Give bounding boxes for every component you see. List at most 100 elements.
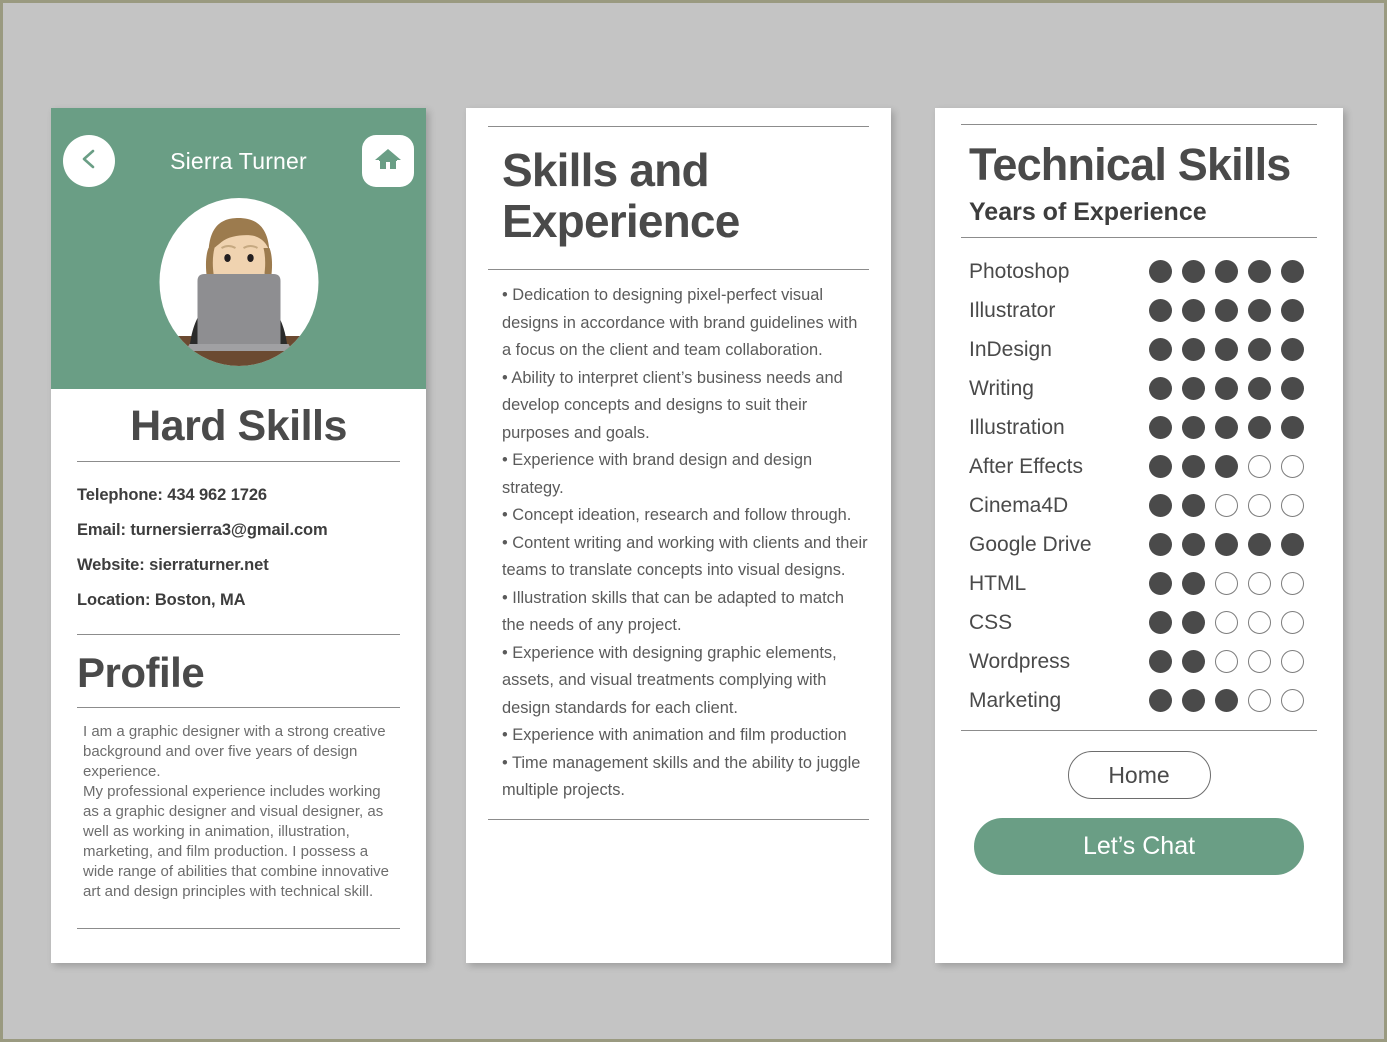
rating-dot-empty <box>1248 611 1271 634</box>
rating-dot-filled <box>1248 416 1271 439</box>
skill-name: CSS <box>969 610 1013 634</box>
avatar-person-at-laptop <box>159 218 318 366</box>
rating-dot-filled <box>1215 338 1238 361</box>
skills-title: Skills and Experience <box>502 144 740 247</box>
rating-dot-filled <box>1149 572 1172 595</box>
rating-dot-filled <box>1215 416 1238 439</box>
home-button[interactable]: Home <box>1067 751 1211 799</box>
divider <box>961 730 1317 731</box>
skill-rating-dots <box>1149 416 1317 439</box>
rating-dot-empty <box>1248 572 1271 595</box>
technical-skills-title: Technical Skills <box>969 139 1291 190</box>
profile-card: Sierra Turner Hard Skills Telephone: 434… <box>51 108 426 963</box>
divider <box>488 818 869 820</box>
skill-name: Writing <box>969 376 1034 400</box>
rating-dot-filled <box>1149 338 1172 361</box>
list-item: • Concept ideation, research and follow … <box>502 506 852 524</box>
skill-rating-table: Photoshop Illustrator InDesign Writing Illus… <box>961 238 1317 720</box>
rating-dot-filled <box>1182 338 1205 361</box>
skill-name: Photoshop <box>969 259 1070 283</box>
rating-dot-filled <box>1182 416 1205 439</box>
rating-dot-filled <box>1149 377 1172 400</box>
skill-row: InDesign <box>969 330 1317 369</box>
skill-name: HTML <box>969 571 1027 595</box>
skill-rating-dots <box>1149 494 1317 517</box>
rating-dot-filled <box>1182 260 1205 283</box>
screen: Sierra Turner Hard Skills Telephone: 434… <box>3 3 1384 1039</box>
rating-dot-empty <box>1281 455 1304 478</box>
contact-list: Telephone: 434 962 1726 Email: turnersie… <box>77 462 400 624</box>
skills-bullet-list: • Dedication to designing pixel-perfect … <box>488 270 869 805</box>
rating-dot-empty <box>1281 611 1304 634</box>
rating-dot-empty <box>1248 455 1271 478</box>
rating-dot-filled <box>1182 689 1205 712</box>
skill-row: Marketing <box>969 681 1317 720</box>
technical-skills-subtitle: Years of Experience <box>969 198 1207 226</box>
home-icon-button[interactable] <box>362 135 414 187</box>
rating-dot-filled <box>1215 689 1238 712</box>
rating-dot-empty <box>1215 494 1238 517</box>
skill-rating-dots <box>1149 572 1317 595</box>
rating-dot-filled <box>1215 299 1238 322</box>
skill-row: Photoshop <box>969 252 1317 291</box>
list-item: • Time management skills and the ability… <box>502 753 861 800</box>
contact-location: Location: Boston, MA <box>77 591 246 609</box>
rating-dot-filled <box>1248 338 1271 361</box>
rating-dot-filled <box>1281 416 1304 439</box>
rating-dot-empty <box>1248 650 1271 673</box>
rating-dot-empty <box>1281 689 1304 712</box>
skill-rating-dots <box>1149 611 1317 634</box>
rating-dot-filled <box>1281 338 1304 361</box>
lets-chat-button[interactable]: Let’s Chat <box>974 818 1304 875</box>
rating-dot-filled <box>1182 650 1205 673</box>
profile-body: Hard Skills Telephone: 434 962 1726 Emai… <box>51 389 426 929</box>
rating-dot-filled <box>1248 533 1271 556</box>
rating-dot-filled <box>1149 260 1172 283</box>
list-item: • Content writing and working with clien… <box>502 533 868 580</box>
contact-email: Email: turnersierra3@gmail.com <box>77 521 328 539</box>
list-item: • Experience with animation and film pro… <box>502 726 847 744</box>
rating-dot-filled <box>1215 260 1238 283</box>
list-item: • Dedication to designing pixel-perfect … <box>502 286 858 359</box>
rating-dot-filled <box>1182 299 1205 322</box>
skill-name: Illustrator <box>969 298 1056 322</box>
rating-dot-filled <box>1149 455 1172 478</box>
profile-paragraph: I am a graphic designer with a strong cr… <box>83 723 390 900</box>
rating-dot-filled <box>1182 455 1205 478</box>
skill-rating-dots <box>1149 689 1317 712</box>
rating-dot-empty <box>1281 650 1304 673</box>
rating-dot-filled <box>1182 611 1205 634</box>
skill-row: CSS <box>969 603 1317 642</box>
rating-dot-filled <box>1281 260 1304 283</box>
skill-name: Cinema4D <box>969 493 1069 517</box>
rating-dot-filled <box>1248 299 1271 322</box>
rating-dot-empty <box>1215 611 1238 634</box>
rating-dot-filled <box>1149 650 1172 673</box>
technical-skills-card: Technical Skills Years of Experience Pho… <box>935 108 1343 963</box>
rating-dot-filled <box>1149 494 1172 517</box>
contact-website: Website: sierraturner.net <box>77 556 269 574</box>
rating-dot-filled <box>1149 611 1172 634</box>
list-item: • Ability to interpret client’s business… <box>502 368 843 442</box>
skill-row: Google Drive <box>969 525 1317 564</box>
skill-name: InDesign <box>969 337 1052 361</box>
skill-row: Wordpress <box>969 642 1317 681</box>
skill-name: Google Drive <box>969 532 1092 556</box>
divider <box>77 928 400 929</box>
profile-header: Sierra Turner <box>51 108 426 389</box>
hard-skills-title: Hard Skills <box>130 402 347 450</box>
list-item: • Experience with brand design and desig… <box>502 451 813 497</box>
skill-rating-dots <box>1149 650 1317 673</box>
list-item: • Experience with designing graphic elem… <box>502 643 837 717</box>
skill-row: Cinema4D <box>969 486 1317 525</box>
skill-row: After Effects <box>969 447 1317 486</box>
rating-dot-filled <box>1149 299 1172 322</box>
skill-rating-dots <box>1149 377 1317 400</box>
home-icon <box>374 146 402 177</box>
rating-dot-filled <box>1182 377 1205 400</box>
rating-dot-empty <box>1215 650 1238 673</box>
skill-row: Writing <box>969 369 1317 408</box>
contact-telephone: Telephone: 434 962 1726 <box>77 486 267 504</box>
rating-dot-filled <box>1215 455 1238 478</box>
rating-dot-filled <box>1149 689 1172 712</box>
